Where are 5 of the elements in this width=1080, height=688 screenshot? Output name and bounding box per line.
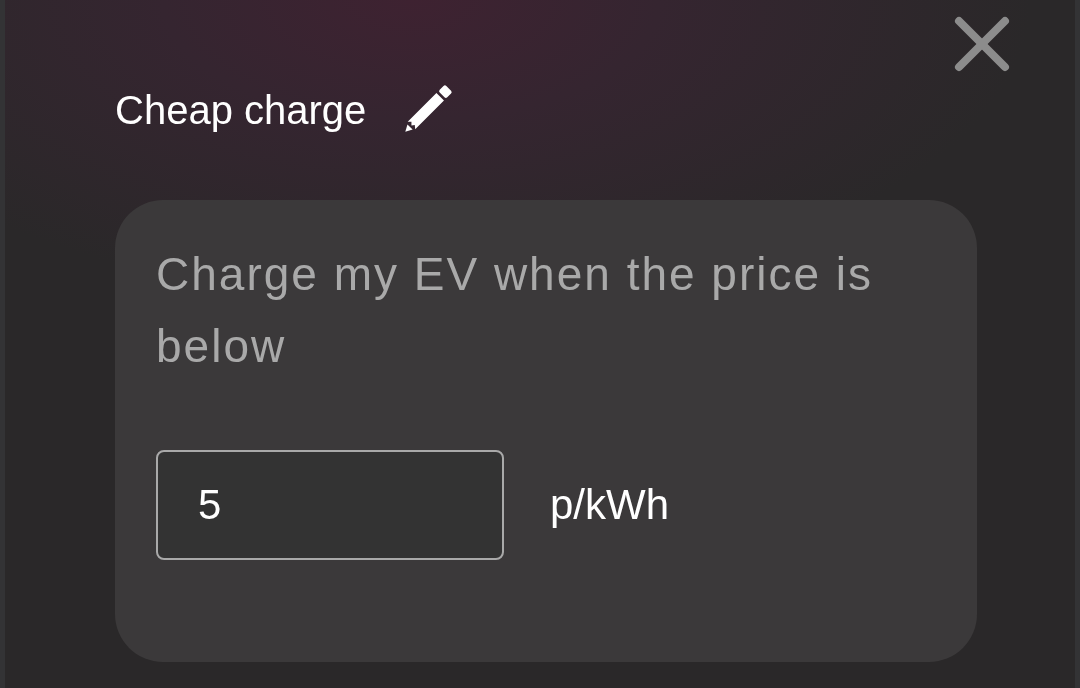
dialog-title: Cheap charge [115, 87, 367, 134]
close-icon[interactable] [953, 15, 1011, 73]
price-field[interactable]: 5 [156, 450, 504, 560]
prompt-text: Charge my EV when the price is below [156, 247, 875, 374]
unit-label: p/kWh [550, 480, 670, 530]
